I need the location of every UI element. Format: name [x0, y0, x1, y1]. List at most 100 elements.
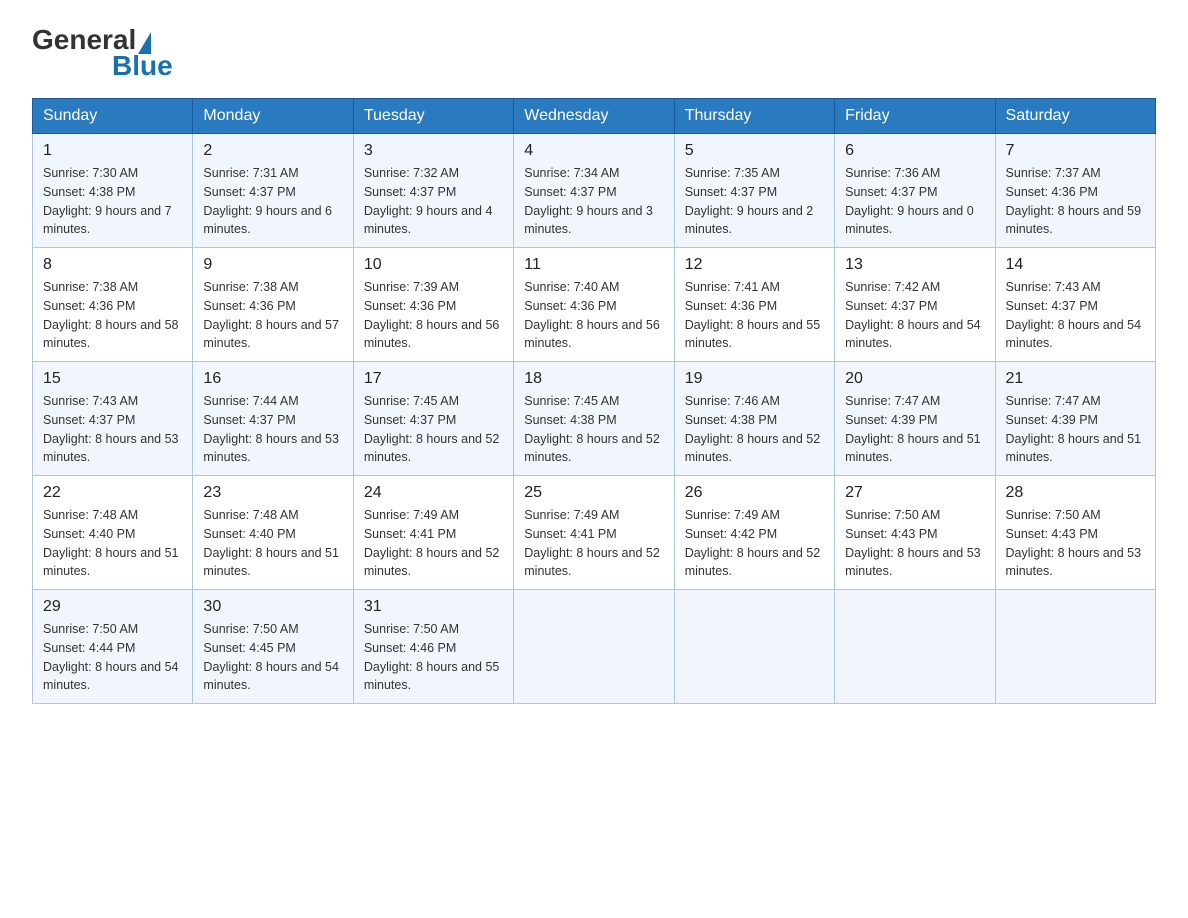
- day-cell: 25 Sunrise: 7:49 AM Sunset: 4:41 PM Dayl…: [514, 476, 674, 590]
- day-info: Sunrise: 7:39 AM Sunset: 4:36 PM Dayligh…: [364, 278, 503, 353]
- day-cell: 29 Sunrise: 7:50 AM Sunset: 4:44 PM Dayl…: [33, 590, 193, 704]
- header-thursday: Thursday: [674, 99, 834, 134]
- day-cell: 22 Sunrise: 7:48 AM Sunset: 4:40 PM Dayl…: [33, 476, 193, 590]
- header-sunday: Sunday: [33, 99, 193, 134]
- day-info: Sunrise: 7:47 AM Sunset: 4:39 PM Dayligh…: [1006, 392, 1145, 467]
- day-info: Sunrise: 7:31 AM Sunset: 4:37 PM Dayligh…: [203, 164, 342, 239]
- calendar-table: SundayMondayTuesdayWednesdayThursdayFrid…: [32, 98, 1156, 704]
- day-cell: [835, 590, 995, 704]
- day-info: Sunrise: 7:38 AM Sunset: 4:36 PM Dayligh…: [203, 278, 342, 353]
- day-number: 19: [685, 370, 824, 388]
- day-cell: 30 Sunrise: 7:50 AM Sunset: 4:45 PM Dayl…: [193, 590, 353, 704]
- day-info: Sunrise: 7:38 AM Sunset: 4:36 PM Dayligh…: [43, 278, 182, 353]
- day-number: 2: [203, 142, 342, 160]
- header-monday: Monday: [193, 99, 353, 134]
- week-row-2: 8 Sunrise: 7:38 AM Sunset: 4:36 PM Dayli…: [33, 248, 1156, 362]
- day-number: 22: [43, 484, 182, 502]
- week-row-1: 1 Sunrise: 7:30 AM Sunset: 4:38 PM Dayli…: [33, 134, 1156, 248]
- logo-blue: Blue: [112, 50, 173, 81]
- day-info: Sunrise: 7:40 AM Sunset: 4:36 PM Dayligh…: [524, 278, 663, 353]
- day-cell: 8 Sunrise: 7:38 AM Sunset: 4:36 PM Dayli…: [33, 248, 193, 362]
- day-info: Sunrise: 7:44 AM Sunset: 4:37 PM Dayligh…: [203, 392, 342, 467]
- day-info: Sunrise: 7:30 AM Sunset: 4:38 PM Dayligh…: [43, 164, 182, 239]
- day-info: Sunrise: 7:50 AM Sunset: 4:45 PM Dayligh…: [203, 620, 342, 695]
- day-cell: 13 Sunrise: 7:42 AM Sunset: 4:37 PM Dayl…: [835, 248, 995, 362]
- day-number: 17: [364, 370, 503, 388]
- day-info: Sunrise: 7:49 AM Sunset: 4:41 PM Dayligh…: [524, 506, 663, 581]
- day-cell: 7 Sunrise: 7:37 AM Sunset: 4:36 PM Dayli…: [995, 134, 1155, 248]
- day-number: 13: [845, 256, 984, 274]
- day-cell: 24 Sunrise: 7:49 AM Sunset: 4:41 PM Dayl…: [353, 476, 513, 590]
- day-number: 5: [685, 142, 824, 160]
- day-info: Sunrise: 7:45 AM Sunset: 4:38 PM Dayligh…: [524, 392, 663, 467]
- day-cell: 2 Sunrise: 7:31 AM Sunset: 4:37 PM Dayli…: [193, 134, 353, 248]
- day-number: 16: [203, 370, 342, 388]
- day-number: 14: [1006, 256, 1145, 274]
- day-cell: 28 Sunrise: 7:50 AM Sunset: 4:43 PM Dayl…: [995, 476, 1155, 590]
- day-info: Sunrise: 7:36 AM Sunset: 4:37 PM Dayligh…: [845, 164, 984, 239]
- day-cell: [995, 590, 1155, 704]
- day-number: 24: [364, 484, 503, 502]
- day-number: 8: [43, 256, 182, 274]
- day-info: Sunrise: 7:49 AM Sunset: 4:41 PM Dayligh…: [364, 506, 503, 581]
- day-cell: 20 Sunrise: 7:47 AM Sunset: 4:39 PM Dayl…: [835, 362, 995, 476]
- day-cell: [514, 590, 674, 704]
- day-cell: 10 Sunrise: 7:39 AM Sunset: 4:36 PM Dayl…: [353, 248, 513, 362]
- day-cell: 3 Sunrise: 7:32 AM Sunset: 4:37 PM Dayli…: [353, 134, 513, 248]
- day-number: 21: [1006, 370, 1145, 388]
- day-info: Sunrise: 7:37 AM Sunset: 4:36 PM Dayligh…: [1006, 164, 1145, 239]
- day-number: 6: [845, 142, 984, 160]
- week-row-5: 29 Sunrise: 7:50 AM Sunset: 4:44 PM Dayl…: [33, 590, 1156, 704]
- day-info: Sunrise: 7:50 AM Sunset: 4:46 PM Dayligh…: [364, 620, 503, 695]
- day-number: 1: [43, 142, 182, 160]
- day-number: 12: [685, 256, 824, 274]
- day-cell: 17 Sunrise: 7:45 AM Sunset: 4:37 PM Dayl…: [353, 362, 513, 476]
- day-number: 23: [203, 484, 342, 502]
- day-cell: 1 Sunrise: 7:30 AM Sunset: 4:38 PM Dayli…: [33, 134, 193, 248]
- day-number: 11: [524, 256, 663, 274]
- day-cell: 5 Sunrise: 7:35 AM Sunset: 4:37 PM Dayli…: [674, 134, 834, 248]
- day-number: 4: [524, 142, 663, 160]
- header-tuesday: Tuesday: [353, 99, 513, 134]
- day-info: Sunrise: 7:43 AM Sunset: 4:37 PM Dayligh…: [43, 392, 182, 467]
- day-info: Sunrise: 7:46 AM Sunset: 4:38 PM Dayligh…: [685, 392, 824, 467]
- day-number: 20: [845, 370, 984, 388]
- day-cell: 18 Sunrise: 7:45 AM Sunset: 4:38 PM Dayl…: [514, 362, 674, 476]
- day-cell: 26 Sunrise: 7:49 AM Sunset: 4:42 PM Dayl…: [674, 476, 834, 590]
- day-cell: 6 Sunrise: 7:36 AM Sunset: 4:37 PM Dayli…: [835, 134, 995, 248]
- day-number: 7: [1006, 142, 1145, 160]
- day-cell: 9 Sunrise: 7:38 AM Sunset: 4:36 PM Dayli…: [193, 248, 353, 362]
- day-number: 25: [524, 484, 663, 502]
- day-cell: 16 Sunrise: 7:44 AM Sunset: 4:37 PM Dayl…: [193, 362, 353, 476]
- day-info: Sunrise: 7:50 AM Sunset: 4:43 PM Dayligh…: [1006, 506, 1145, 581]
- day-number: 28: [1006, 484, 1145, 502]
- day-info: Sunrise: 7:47 AM Sunset: 4:39 PM Dayligh…: [845, 392, 984, 467]
- page-header: General Blue: [32, 24, 1156, 82]
- day-cell: 14 Sunrise: 7:43 AM Sunset: 4:37 PM Dayl…: [995, 248, 1155, 362]
- header-row: SundayMondayTuesdayWednesdayThursdayFrid…: [33, 99, 1156, 134]
- day-info: Sunrise: 7:43 AM Sunset: 4:37 PM Dayligh…: [1006, 278, 1145, 353]
- day-cell: 31 Sunrise: 7:50 AM Sunset: 4:46 PM Dayl…: [353, 590, 513, 704]
- day-info: Sunrise: 7:48 AM Sunset: 4:40 PM Dayligh…: [203, 506, 342, 581]
- day-number: 18: [524, 370, 663, 388]
- day-cell: [674, 590, 834, 704]
- header-saturday: Saturday: [995, 99, 1155, 134]
- day-info: Sunrise: 7:34 AM Sunset: 4:37 PM Dayligh…: [524, 164, 663, 239]
- day-cell: 27 Sunrise: 7:50 AM Sunset: 4:43 PM Dayl…: [835, 476, 995, 590]
- day-number: 30: [203, 598, 342, 616]
- header-friday: Friday: [835, 99, 995, 134]
- day-cell: 12 Sunrise: 7:41 AM Sunset: 4:36 PM Dayl…: [674, 248, 834, 362]
- day-cell: 15 Sunrise: 7:43 AM Sunset: 4:37 PM Dayl…: [33, 362, 193, 476]
- day-info: Sunrise: 7:48 AM Sunset: 4:40 PM Dayligh…: [43, 506, 182, 581]
- day-info: Sunrise: 7:45 AM Sunset: 4:37 PM Dayligh…: [364, 392, 503, 467]
- day-number: 15: [43, 370, 182, 388]
- day-info: Sunrise: 7:50 AM Sunset: 4:43 PM Dayligh…: [845, 506, 984, 581]
- day-cell: 19 Sunrise: 7:46 AM Sunset: 4:38 PM Dayl…: [674, 362, 834, 476]
- day-info: Sunrise: 7:49 AM Sunset: 4:42 PM Dayligh…: [685, 506, 824, 581]
- day-number: 3: [364, 142, 503, 160]
- header-wednesday: Wednesday: [514, 99, 674, 134]
- day-number: 27: [845, 484, 984, 502]
- day-number: 26: [685, 484, 824, 502]
- day-info: Sunrise: 7:32 AM Sunset: 4:37 PM Dayligh…: [364, 164, 503, 239]
- day-cell: 4 Sunrise: 7:34 AM Sunset: 4:37 PM Dayli…: [514, 134, 674, 248]
